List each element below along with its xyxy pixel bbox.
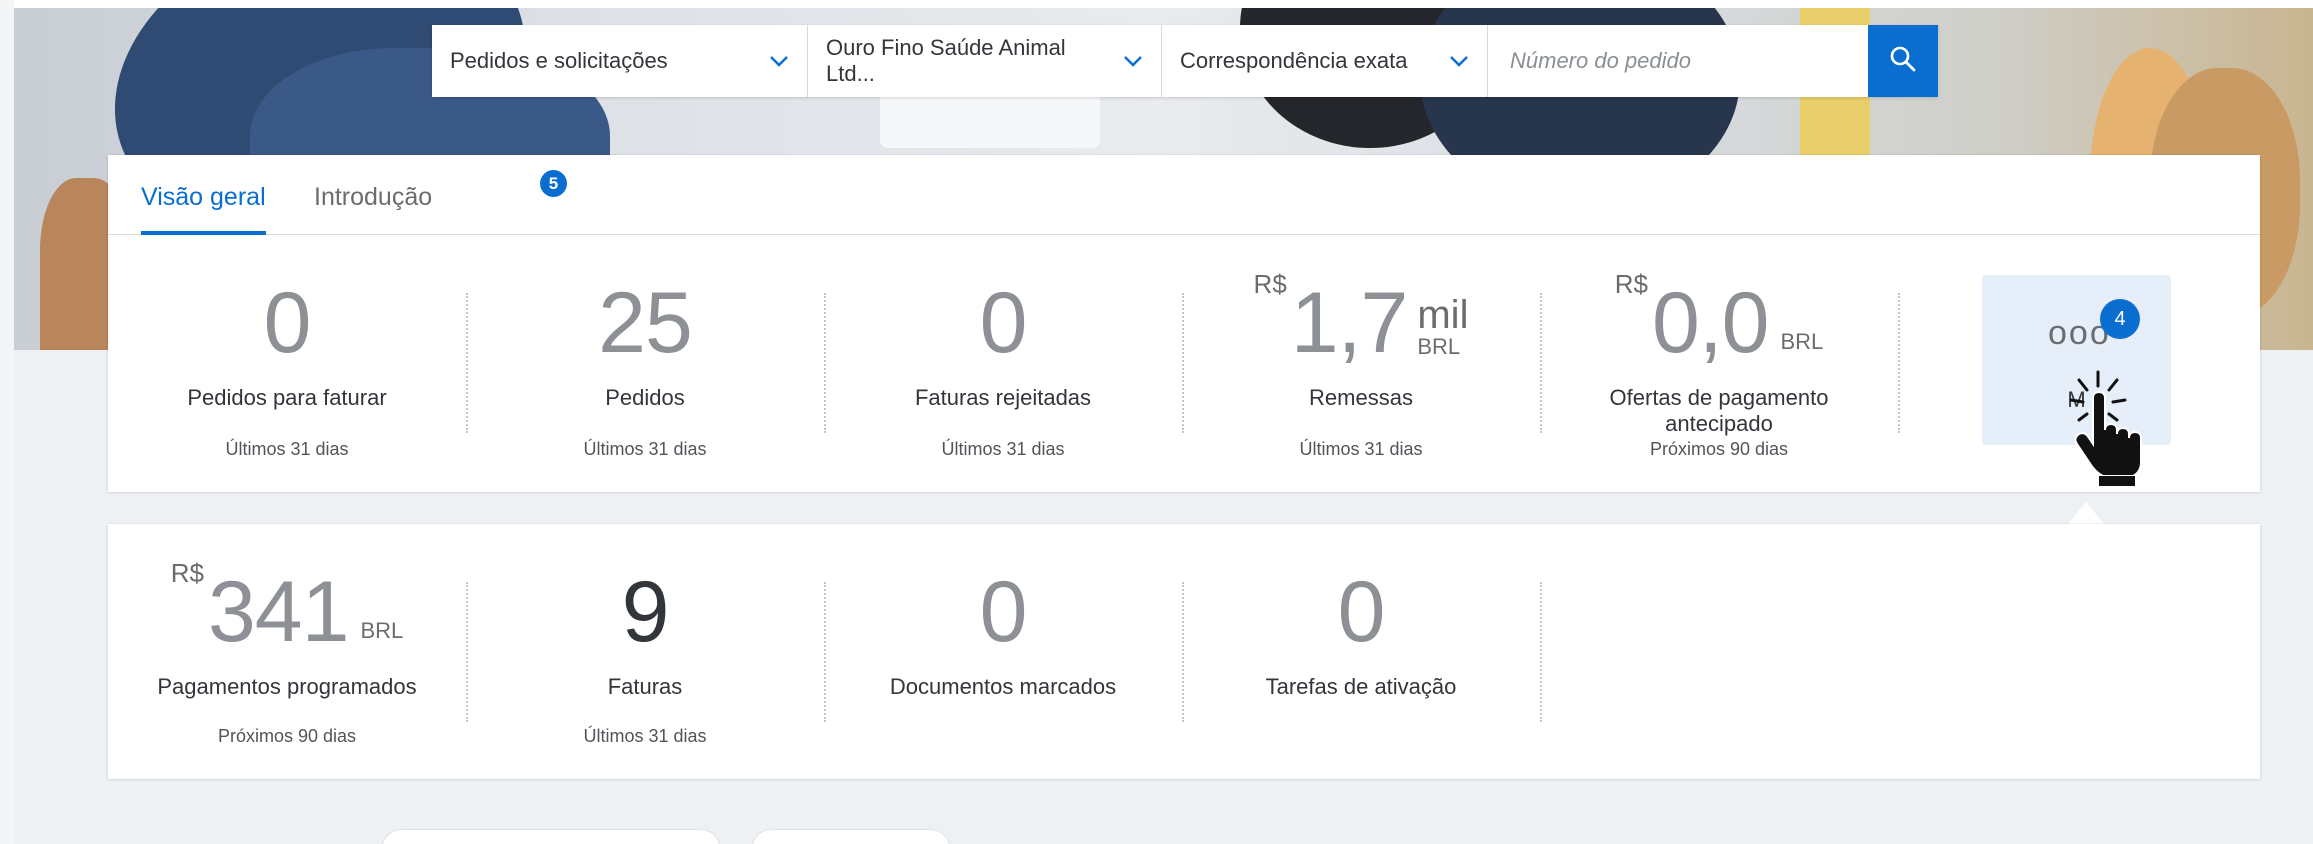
filter-pill[interactable] xyxy=(752,830,950,844)
top-band xyxy=(0,0,2313,8)
tile-value: 0,0 xyxy=(1651,275,1770,371)
search-scope-select[interactable]: Pedidos e solicitações xyxy=(432,25,808,97)
details-card: R$ 341 BRL Pagamentos programados Próxim… xyxy=(108,524,2260,779)
tile-activation-tasks[interactable]: 0 Tarefas de ativação xyxy=(1182,554,1540,754)
tile-label: Faturas rejeitadas xyxy=(914,385,1092,410)
match-type-select[interactable]: Correspondência exata xyxy=(1162,25,1488,97)
divider xyxy=(1898,293,1900,433)
tile-orders[interactable]: 25 Pedidos Últimos 31 dias xyxy=(466,265,824,465)
order-number-input[interactable] xyxy=(1488,25,1868,97)
tile-shipments[interactable]: R$ 1,7 mil BRL Remessas Últimos 31 dias xyxy=(1182,265,1540,465)
tile-value: 25 xyxy=(598,275,693,371)
filter-pill[interactable] xyxy=(382,830,720,844)
tile-rejected-invoices[interactable]: 0 Faturas rejeitadas Últimos 31 dias xyxy=(824,265,1182,465)
tile-value: 0 xyxy=(979,275,1028,371)
tile-label: Faturas xyxy=(607,674,683,699)
tile-period: Últimos 31 dias xyxy=(1299,439,1423,459)
tile-period: Últimos 31 dias xyxy=(583,439,707,459)
search-scope-value: Pedidos e solicitações xyxy=(450,48,668,73)
chevron-down-icon xyxy=(1449,50,1469,73)
search-bar: Pedidos e solicitações Ouro Fino Saúde A… xyxy=(432,25,1938,97)
scale-label: mil xyxy=(1417,293,1469,337)
tile-period: Próximos 90 dias xyxy=(1649,439,1789,459)
tile-label: Tarefas de ativação xyxy=(1265,674,1457,699)
tile-value: 0 xyxy=(1337,564,1386,660)
currency-symbol: R$ xyxy=(1614,269,1648,299)
tile-early-payment-offers[interactable]: R$ 0,0 BRL Ofertas de pagamento antecipa… xyxy=(1540,265,1898,465)
tile-scheduled-payments[interactable]: R$ 341 BRL Pagamentos programados Próxim… xyxy=(108,554,466,754)
currency-symbol: R$ xyxy=(170,558,204,588)
currency-unit: BRL xyxy=(1780,329,1824,354)
more-count-badge: 4 xyxy=(2100,299,2140,339)
currency-unit: BRL xyxy=(360,618,404,643)
divider xyxy=(1540,582,1542,722)
tile-flagged-documents[interactable]: 0 Documentos marcados xyxy=(824,554,1182,754)
tile-value: 1,7 xyxy=(1290,275,1409,371)
popover-pointer xyxy=(2068,502,2104,524)
tile-label: Pedidos para faturar xyxy=(187,385,387,410)
tile-period: Últimos 31 dias xyxy=(583,726,707,746)
match-type-value: Correspondência exata xyxy=(1180,48,1408,73)
tile-value: 9 xyxy=(621,564,670,660)
chevron-down-icon xyxy=(1123,50,1143,73)
tile-period: Últimos 31 dias xyxy=(225,439,349,459)
tab-introduction[interactable]: Introdução xyxy=(314,155,432,235)
currency-unit: BRL xyxy=(1417,334,1461,359)
tab-bar: Visão geral Introdução 5 xyxy=(108,155,2260,235)
tab-overview[interactable]: Visão geral xyxy=(141,155,266,235)
tile-label: Documentos marcados xyxy=(889,674,1117,699)
left-edge xyxy=(0,0,14,844)
tile-label: Ofertas de pagamento antecipado xyxy=(1609,385,1829,436)
tile-orders-to-invoice[interactable]: 0 Pedidos para faturar Últimos 31 dias xyxy=(108,265,466,465)
tile-label: Pedidos xyxy=(605,385,685,410)
overview-card: Visão geral Introdução 5 0 Pedidos para … xyxy=(108,155,2260,492)
tile-label: Pagamentos programados xyxy=(157,674,417,699)
introduction-count-badge: 5 xyxy=(540,170,567,197)
tile-value: 0 xyxy=(263,275,312,371)
currency-symbol: R$ xyxy=(1253,269,1287,299)
customer-select[interactable]: Ouro Fino Saúde Animal Ltd... xyxy=(808,25,1162,97)
tile-value: 341 xyxy=(207,564,349,660)
tile-period: Últimos 31 dias xyxy=(941,439,1065,459)
tile-period: Próximos 90 dias xyxy=(217,726,357,746)
hand-cursor-icon xyxy=(2069,370,2142,486)
search-button[interactable] xyxy=(1868,25,1938,97)
tile-value: 0 xyxy=(979,564,1028,660)
search-icon xyxy=(1889,45,1917,78)
tile-label: Remessas xyxy=(1309,385,1413,410)
customer-value: Ouro Fino Saúde Animal Ltd... xyxy=(826,35,1066,86)
tile-invoices[interactable]: 9 Faturas Últimos 31 dias xyxy=(466,554,824,754)
chevron-down-icon xyxy=(769,50,789,73)
